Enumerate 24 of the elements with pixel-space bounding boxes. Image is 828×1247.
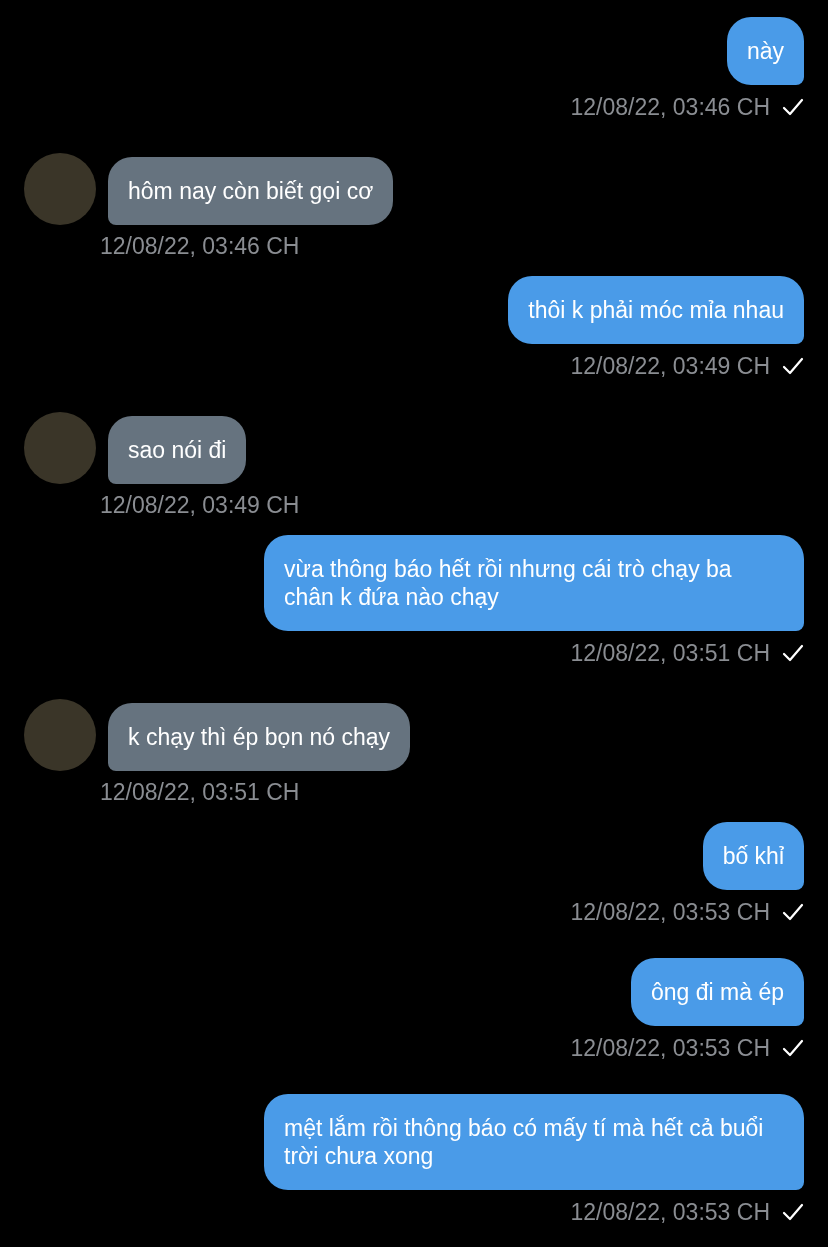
message-bubble: mệt lắm rồi thông báo có mấy tí mà hết cả buổi trời chưa xong — [264, 1094, 804, 1190]
message-bubble: ông đi mà ép — [631, 958, 804, 1026]
message-bubble: sao nói đi — [108, 416, 247, 484]
checkmark-icon — [782, 644, 804, 662]
timestamp: 12/08/22, 03:49 CH — [100, 491, 301, 519]
message-bubble: thôi k phải móc mỉa nhau — [508, 276, 804, 344]
timestamp: 12/08/22, 03:53 CH — [570, 898, 770, 926]
timestamp: 12/08/22, 03:51 CH — [570, 639, 770, 667]
checkmark-icon — [782, 98, 804, 116]
timestamp: 12/08/22, 03:53 CH — [570, 1034, 770, 1062]
message-bubble: này — [726, 17, 804, 85]
checkmark-icon — [782, 1039, 804, 1057]
timestamp: 12/08/22, 03:46 CH — [570, 93, 770, 121]
message-bubble: k chạy thì ép bọn nó chạy — [108, 703, 411, 771]
message-bubble: hôm nay còn biết gọi cơ — [108, 157, 394, 225]
message-bubble: bố khỉ — [702, 822, 804, 890]
timestamp: 12/08/22, 03:53 CH — [570, 1198, 770, 1226]
timestamp: 12/08/22, 03:46 CH — [100, 232, 301, 260]
checkmark-icon — [782, 1203, 804, 1221]
timestamp: 12/08/22, 03:49 CH — [570, 352, 770, 380]
timestamp: 12/08/22, 03:51 CH — [100, 778, 301, 806]
message-bubble: vừa thông báo hết rồi nhưng cái trò chạy ba chân k đứa nào chạy — [264, 535, 804, 631]
checkmark-icon — [782, 357, 804, 375]
checkmark-icon — [782, 903, 804, 921]
